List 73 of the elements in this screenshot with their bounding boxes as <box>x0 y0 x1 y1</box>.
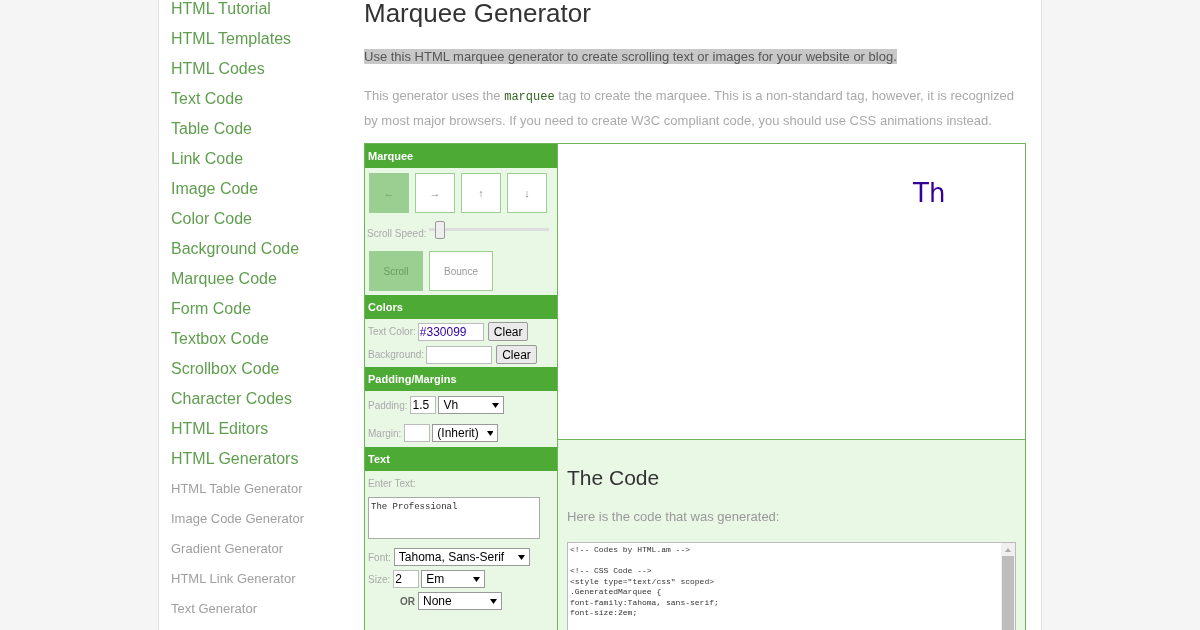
or-label: OR <box>400 594 415 609</box>
preset-select[interactable]: None <box>418 592 502 610</box>
unit-select[interactable]: Vh <box>438 396 505 414</box>
sidebar-link[interactable]: Image Code <box>171 174 364 204</box>
number-field[interactable]: 1.5 <box>410 396 437 414</box>
sidebar-link[interactable]: Marquee Code <box>171 264 364 294</box>
sidebar-link[interactable]: Color Code <box>171 204 364 234</box>
speed-slider[interactable] <box>429 221 550 239</box>
color-field[interactable] <box>426 345 493 364</box>
section-title: The Code <box>567 465 661 491</box>
field-label: Font: <box>368 550 391 565</box>
caret-icon <box>492 402 500 408</box>
direction-button[interactable]: → <box>415 173 455 213</box>
sidebar-link[interactable]: Textbox Code <box>171 324 364 354</box>
caret-icon <box>490 598 497 604</box>
direction-button[interactable]: ← <box>369 173 409 213</box>
sidebar-sublink[interactable]: HTML Link Generator <box>171 564 364 594</box>
sidebar-sublink[interactable]: Gradient Generator <box>171 534 364 564</box>
font-select[interactable]: Tahoma, Sans-Serif <box>393 548 530 566</box>
code-line: <style type="text/css" scoped> <box>570 576 716 587</box>
clear-button[interactable]: Clear <box>496 345 537 364</box>
field-label: Size: <box>368 572 391 587</box>
page-title: Marquee Generator <box>364 0 592 30</box>
code-line: font-size:2em; <box>570 608 639 619</box>
code-line: <!-- CSS Code --> <box>570 566 653 577</box>
section-header: Padding/Margins <box>365 367 557 391</box>
sidebar-sublink[interactable]: Image Code Generator <box>171 504 364 534</box>
sidebar-link[interactable]: Table Code <box>171 114 364 144</box>
section-header: Marquee <box>365 144 557 168</box>
scrollbar[interactable] <box>1001 543 1015 630</box>
field-label: Text Color: <box>368 325 416 339</box>
field-label: Margin: <box>368 426 402 441</box>
number-field[interactable] <box>404 424 431 442</box>
caret-icon <box>473 576 481 582</box>
code-line: <!-- Codes by HTML.am --> <box>570 545 692 556</box>
unit-select[interactable]: (Inherit) <box>432 424 499 442</box>
sidebar-link[interactable]: Background Code <box>171 234 364 264</box>
clear-button[interactable]: Clear <box>487 322 529 341</box>
code-line: font-family:Tahoma, sans-serif; <box>570 597 720 608</box>
section-subtitle: Here is the code that was generated: <box>567 507 781 526</box>
field-label: Enter Text: <box>368 477 417 491</box>
section-header: Text <box>365 447 557 471</box>
sidebar-link[interactable]: Link Code <box>171 144 364 174</box>
sidebar-link[interactable]: HTML Generators <box>171 444 364 474</box>
code-line: .GeneratedMarquee { <box>570 587 663 598</box>
sidebar-sublink[interactable]: Text Generator <box>171 594 364 624</box>
sidebar-link[interactable]: Text Code <box>171 84 364 114</box>
sidebar-link[interactable]: Character Codes <box>171 384 364 414</box>
direction-button[interactable]: ↑ <box>461 173 501 213</box>
direction-button[interactable]: ↓ <box>507 173 547 213</box>
caret-icon <box>486 430 494 436</box>
section-header: Colors <box>365 295 557 319</box>
slider-thumb[interactable] <box>434 221 445 239</box>
field-label: Background: <box>368 348 425 362</box>
sidebar-link[interactable]: Form Code <box>171 294 364 324</box>
sidebar-link[interactable]: HTML Tutorial <box>171 0 364 24</box>
sidebar-link[interactable]: Scrollbox Code <box>171 354 364 384</box>
field-label: Scroll Speed: <box>367 227 427 241</box>
marquee-text: Th <box>913 178 946 208</box>
caret-icon <box>517 554 525 560</box>
behavior-button[interactable]: Bounce <box>429 251 493 291</box>
sidebar-link[interactable]: HTML Editors <box>171 414 364 444</box>
sidebar-link[interactable]: HTML Codes <box>171 54 364 84</box>
sidebar-link[interactable]: HTML Templates <box>171 24 364 54</box>
scroll-up-icon[interactable] <box>1005 548 1011 552</box>
text-area[interactable]: The Professional <box>368 497 540 539</box>
sidebar-sublink[interactable]: HTML Table Generator <box>171 474 364 504</box>
field-label: Padding: <box>368 398 408 413</box>
intro-text: Use this HTML marquee generator to create scrolling text or images for your website or blog. <box>364 49 897 64</box>
color-field[interactable]: #330099 <box>417 322 484 341</box>
description-text: This generator uses the marquee tag to create the marquee. This is a non-standard tag, however, it is recognized by most major browsers. If you need to create W3C compliant code, you should use CSS animations instead. <box>364 87 1015 130</box>
unit-select[interactable]: Em <box>421 570 486 588</box>
number-field[interactable]: 2 <box>393 570 420 588</box>
